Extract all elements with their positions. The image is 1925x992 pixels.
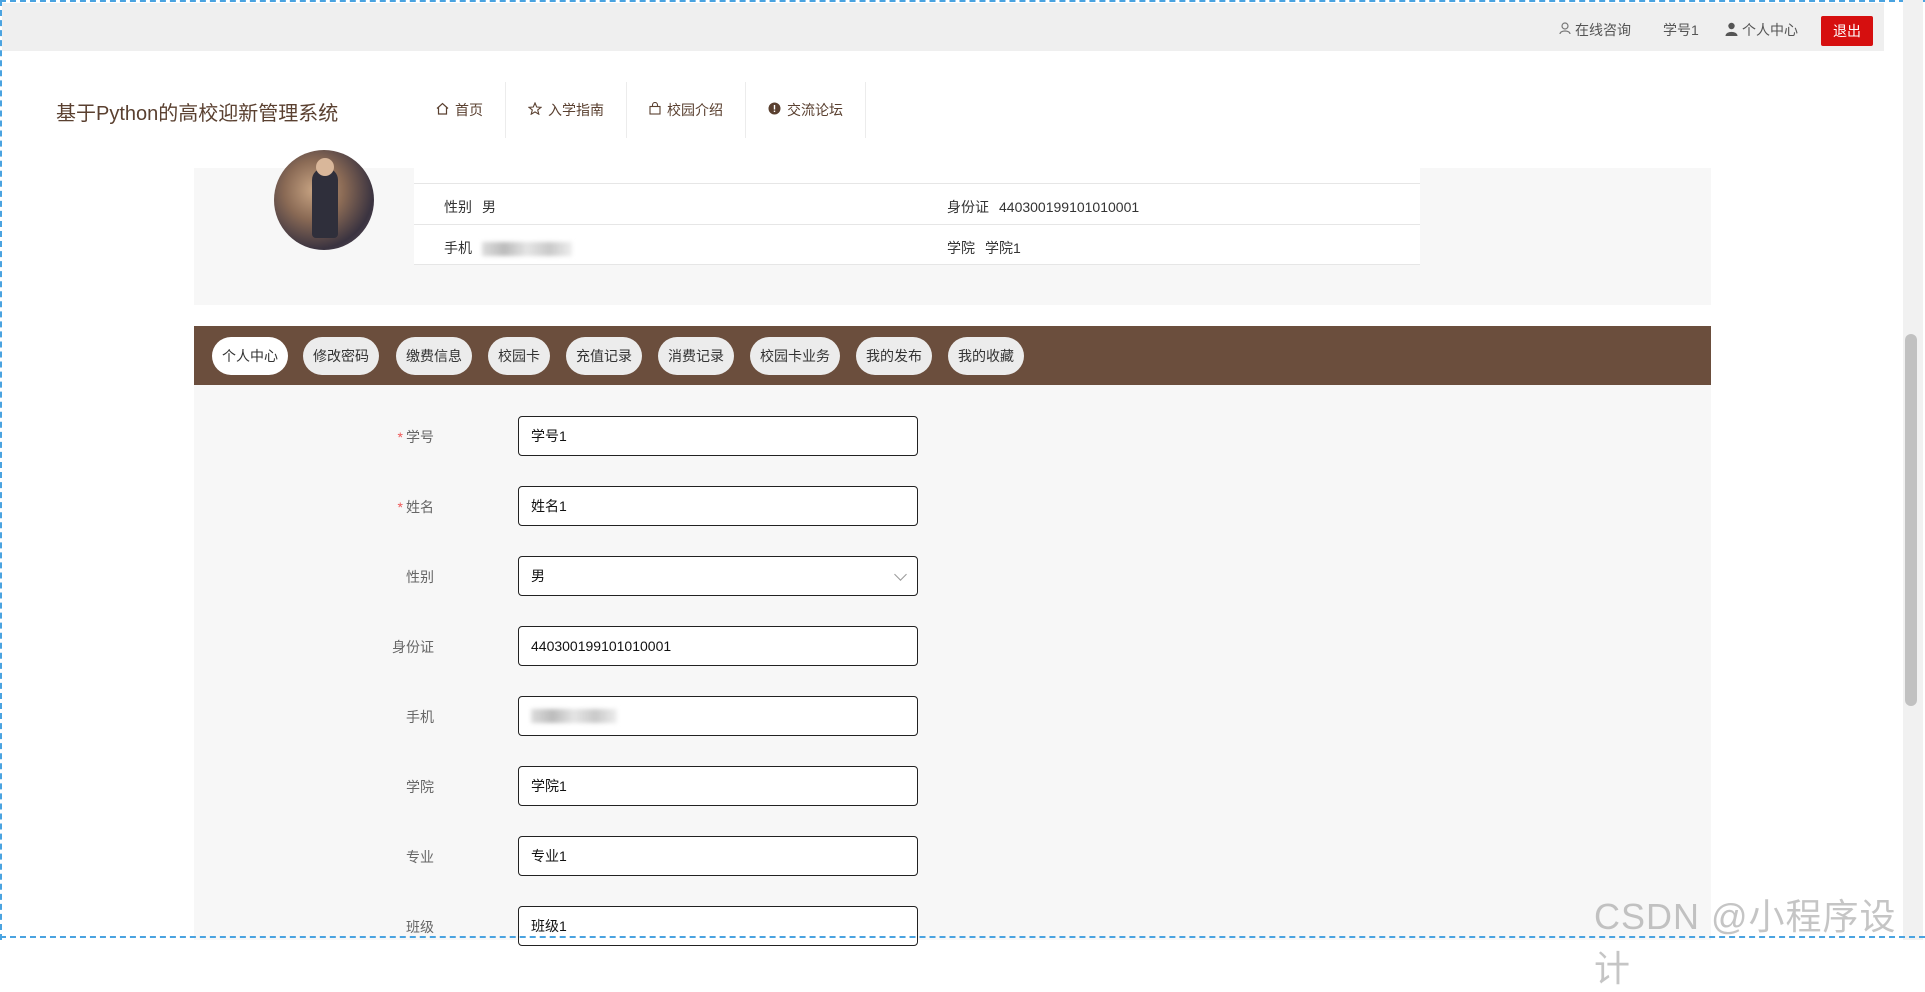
info-gender-key: 性别 [444, 199, 472, 215]
info-phone: 手机 [444, 238, 572, 258]
info-college-key: 学院 [947, 240, 975, 256]
phone-input[interactable] [518, 696, 918, 736]
username-label: 学号1 [1663, 22, 1699, 38]
student-id-input[interactable]: 学号1 [518, 416, 918, 456]
nav-forum[interactable]: 交流论坛 [746, 82, 866, 138]
nav-home[interactable]: 首页 [420, 82, 506, 138]
logout-button[interactable]: 退出 [1821, 16, 1873, 46]
selection-border-top [0, 0, 1925, 2]
profile-info-table: 性别男 身份证 440300199101010001 手机 学院 学院1 [414, 168, 1420, 265]
nav-guide-label: 入学指南 [548, 102, 604, 118]
major-input[interactable]: 专业1 [518, 836, 918, 876]
avatar-figure [312, 168, 338, 238]
field-label-class: 班级 [406, 919, 434, 935]
person-outline-icon [1559, 22, 1571, 38]
tab-consumption-records[interactable]: 消费记录 [658, 337, 734, 375]
info-idcard: 身份证 440300199101010001 [947, 197, 1139, 217]
nav-campus[interactable]: 校园介绍 [627, 82, 746, 138]
info-idcard-value: 440300199101010001 [999, 199, 1140, 215]
nav-home-label: 首页 [455, 102, 483, 118]
selection-border-left [0, 0, 2, 940]
info-icon [768, 102, 781, 118]
field-label-gender: 性别 [406, 569, 434, 585]
user-icon [1725, 22, 1738, 39]
field-label-name: * 姓名 [397, 499, 434, 515]
tab-payment-info[interactable]: 缴费信息 [396, 337, 472, 375]
profile-tabs: 个人中心 修改密码 缴费信息 校园卡 充值记录 消费记录 校园卡业务 我的发布 … [194, 326, 1711, 385]
name-input[interactable]: 姓名1 [518, 486, 918, 526]
info-row: 性别男 身份证 440300199101010001 [414, 183, 1420, 224]
home-icon [436, 102, 449, 118]
nav-campus-label: 校园介绍 [667, 102, 723, 118]
online-consult-label: 在线咨询 [1575, 22, 1631, 38]
blurred-phone [482, 242, 572, 257]
info-row: 手机 学院 学院1 [414, 224, 1420, 265]
idcard-input[interactable]: 440300199101010001 [518, 626, 918, 666]
field-label-student-id: * 学号 [397, 429, 434, 445]
scrollbar-thumb[interactable] [1905, 334, 1917, 706]
tab-my-posts[interactable]: 我的发布 [856, 337, 932, 375]
bag-icon [649, 101, 661, 118]
nav-guide[interactable]: 入学指南 [506, 82, 627, 138]
avatar [274, 150, 374, 250]
tab-change-password[interactable]: 修改密码 [303, 337, 379, 375]
info-phone-key: 手机 [444, 240, 472, 256]
watermark: CSDN @小程序设计 [1594, 896, 1897, 989]
tab-recharge-records[interactable]: 充值记录 [566, 337, 642, 375]
blurred-phone-input [531, 709, 617, 723]
gender-select[interactable]: 男 [518, 556, 918, 596]
class-input[interactable]: 班级1 [518, 906, 918, 946]
field-label-idcard: 身份证 [392, 639, 434, 655]
personal-center-link[interactable]: 个人中心 [1725, 20, 1798, 40]
site-title: 基于Python的高校迎新管理系统 [56, 103, 339, 125]
tab-campus-card-service[interactable]: 校园卡业务 [750, 337, 840, 375]
personal-center-label: 个人中心 [1742, 22, 1798, 38]
info-college-value: 学院1 [985, 240, 1021, 256]
info-gender: 性别男 [444, 197, 496, 217]
page: 在线咨询 学号1 个人中心 退出 基于Python的高校迎新管理系统 首页 入学… [0, 0, 1925, 989]
profile-form: * 学号 学号1 * 姓名 姓名1 性别 男 身份证 440300199101010… [194, 385, 1711, 946]
info-gender-value: 男 [482, 199, 496, 215]
selection-border-bottom [0, 936, 1925, 938]
field-label-phone: 手机 [406, 709, 434, 725]
top-bar: 在线咨询 学号1 个人中心 退出 [2, 3, 1884, 51]
field-label-college: 学院 [406, 779, 434, 795]
gender-select-value: 男 [531, 568, 545, 584]
info-idcard-key: 身份证 [947, 199, 989, 215]
avatar-head [316, 158, 334, 176]
tab-campus-card[interactable]: 校园卡 [488, 337, 550, 375]
info-college: 学院 学院1 [947, 238, 1021, 258]
chevron-down-icon [894, 568, 907, 581]
tab-personal-center[interactable]: 个人中心 [212, 337, 288, 375]
tab-my-favorites[interactable]: 我的收藏 [948, 337, 1024, 375]
college-input[interactable]: 学院1 [518, 766, 918, 806]
main-nav: 首页 入学指南 校园介绍 交流论坛 [420, 82, 866, 138]
star-icon [527, 101, 543, 118]
field-label-major: 专业 [406, 849, 434, 865]
online-consult-link[interactable]: 在线咨询 [1559, 20, 1631, 40]
username-link[interactable]: 学号1 [1663, 20, 1699, 40]
nav-forum-label: 交流论坛 [787, 102, 843, 118]
